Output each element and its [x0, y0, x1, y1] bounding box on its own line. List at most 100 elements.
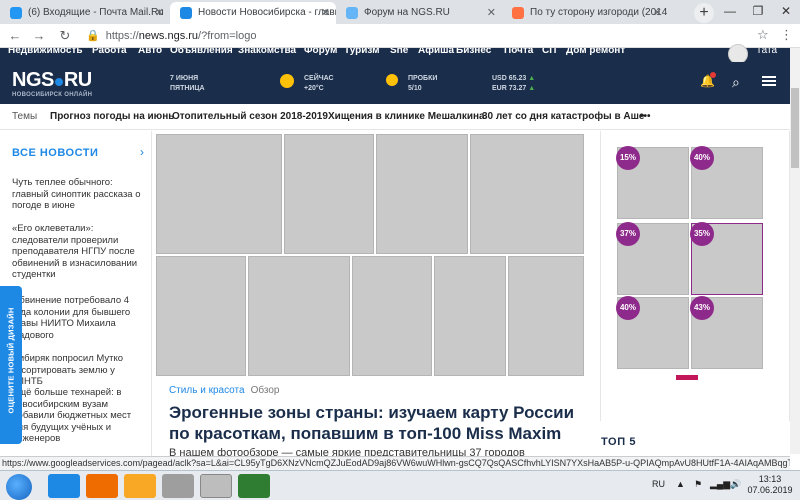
back-arrow-icon[interactable]: ← [6, 27, 24, 45]
site-nav-item[interactable]: Афиша [418, 48, 454, 56]
discount-badge: 40% [616, 296, 640, 320]
rate-design-button[interactable]: ОЦЕНИТЕ НОВЫЙ ДИЗАЙН [0, 286, 22, 444]
url-path: /?from=logo [198, 30, 257, 42]
photo-thumbnail[interactable] [470, 134, 584, 254]
volume-icon[interactable]: 🔊 [730, 479, 741, 490]
tab-mail[interactable]: (6) Входящие - Почта Mail.Ru ✕ [0, 2, 170, 24]
scrollbar-thumb[interactable] [791, 88, 799, 168]
tab-forum[interactable]: Форум на NGS.RU ✕ [336, 2, 502, 24]
ad-product-tile[interactable]: 40% [616, 296, 689, 369]
browser-tab-strip: (6) Входящие - Почта Mail.Ru ✕ Новости Н… [0, 0, 800, 24]
language-indicator[interactable]: RU [652, 479, 665, 489]
photo-grid[interactable] [156, 134, 584, 376]
more-topics-button[interactable]: ••• [640, 111, 651, 122]
site-nav-item[interactable]: Почта [504, 48, 533, 56]
news-item[interactable]: Чуть теплее обычного: главный синоптик р… [12, 177, 142, 212]
tab-news[interactable]: Новости Новосибирска - главн ✕ [170, 2, 336, 24]
article-headline[interactable]: Эрогенные зоны страны: изучаем карту Рос… [169, 402, 579, 444]
ngs-favicon-icon [180, 7, 192, 19]
network-icon[interactable]: ▂▄▆ [710, 479, 730, 490]
ad-product-tile[interactable]: 40% [690, 146, 763, 219]
url-input[interactable]: 🔒 https://news.ngs.ru/?from=logo [86, 27, 751, 45]
photo-thumbnail[interactable] [156, 134, 282, 254]
news-heading[interactable]: ВСЕ НОВОСТИ [12, 147, 98, 159]
article-meta: Стиль и красота Обзор [169, 385, 279, 396]
site-nav-item[interactable]: Форум [304, 48, 337, 56]
close-tab-icon[interactable]: ✕ [653, 2, 662, 24]
close-tab-icon[interactable]: ✕ [321, 2, 330, 24]
tab-title: Новости Новосибирска - главн [198, 7, 336, 18]
close-tab-icon[interactable]: ✕ [155, 2, 164, 24]
news-item[interactable]: «Его оклеветали»: следователи проверили … [12, 223, 142, 281]
site-nav-item[interactable]: Туризм [344, 48, 380, 56]
photo-thumbnail[interactable] [248, 256, 350, 376]
menu-icon[interactable] [762, 76, 776, 86]
url-scheme: https:// [105, 30, 139, 42]
news-item[interactable]: Сибиряк попросил Мутко отсортировать зем… [12, 353, 142, 388]
close-tab-icon[interactable]: ✕ [487, 2, 496, 24]
reload-icon[interactable]: ↻ [56, 27, 74, 45]
topic-link[interactable]: 30 лет со дня катастрофы в Аше [482, 111, 645, 122]
tray-up-arrow-icon[interactable]: ▲ [676, 479, 685, 489]
discount-badge: 43% [690, 296, 714, 320]
site-nav-item[interactable]: Sne [390, 48, 408, 56]
ad-product-tile[interactable]: 43% [690, 296, 763, 369]
discount-badge: 37% [616, 222, 640, 246]
news-item[interactable]: Ещё больше технарей: в новосибирским вуз… [12, 387, 142, 445]
chevron-right-icon[interactable]: › [140, 145, 144, 159]
new-tab-button[interactable]: + [694, 3, 714, 23]
media-player-icon[interactable] [162, 474, 194, 498]
tab-movie[interactable]: По ту сторону изгороди (2014 ✕ [502, 2, 668, 24]
start-button[interactable] [6, 474, 32, 500]
article-rubric-link[interactable]: Стиль и красота [169, 385, 245, 396]
browser-menu-icon[interactable]: ⋮ [780, 27, 793, 43]
site-nav-item[interactable]: Знакомства [238, 48, 296, 56]
traffic-widget[interactable]: ПРОБКИ 5/10 [408, 74, 437, 94]
currency-widget[interactable]: USD 65.23 ▲ EUR 73.27 ▲ [492, 74, 535, 94]
discount-badge: 35% [690, 222, 714, 246]
site-nav-item[interactable]: Бизнес [456, 48, 491, 56]
tab-title: По ту сторону изгороди (2014 [530, 7, 668, 18]
topic-link[interactable]: Отопительный сезон 2018-2019 [172, 111, 328, 122]
site-nav-item[interactable]: СП [542, 48, 556, 56]
ad-product-tile[interactable]: 15% [616, 146, 689, 219]
top5-heading: ТОП 5 [601, 436, 637, 448]
site-nav-item[interactable]: Работа [92, 48, 127, 56]
site-nav-item[interactable]: Авто [138, 48, 162, 56]
topic-link[interactable]: Хищения в клинике Мешалкина [328, 111, 485, 122]
site-top-nav: Недвижимость Работа Авто Объявления Знак… [0, 48, 790, 62]
bookmark-star-icon[interactable]: ☆ [757, 27, 769, 43]
ad-product-tile[interactable]: 35% [690, 222, 763, 295]
explorer-folder-icon[interactable] [124, 474, 156, 498]
topics-label: Темы [12, 111, 38, 122]
photo-thumbnail[interactable] [156, 256, 246, 376]
site-nav-item[interactable]: Дом ремонт [566, 48, 625, 56]
site-nav-item[interactable]: Объявления [170, 48, 233, 56]
excel-icon[interactable] [238, 474, 270, 498]
page-scrollbar[interactable] [790, 48, 800, 454]
user-avatar[interactable] [728, 44, 748, 64]
address-toolbar: ← → ↻ 🔒 https://news.ngs.ru/?from=logo ☆ … [0, 24, 800, 48]
photo-thumbnail[interactable] [508, 256, 584, 376]
photo-thumbnail[interactable] [284, 134, 374, 254]
system-clock[interactable]: 13:13 07.06.2019 [745, 474, 795, 496]
ie-icon[interactable] [48, 474, 80, 498]
ad-product-tile[interactable]: 37% [616, 222, 689, 295]
username[interactable]: Тата [756, 48, 777, 56]
site-logo[interactable]: NGS RU [12, 69, 92, 92]
minimize-button[interactable]: — [716, 0, 744, 24]
photo-thumbnail[interactable] [352, 256, 432, 376]
chrome-icon[interactable] [200, 474, 232, 498]
weather-widget[interactable]: СЕЙЧАС +20°C [304, 74, 334, 94]
maximize-button[interactable]: ❐ [744, 0, 772, 24]
search-icon[interactable]: ⌕ [732, 74, 748, 90]
firefox-icon[interactable] [86, 474, 118, 498]
close-window-button[interactable]: ✕ [772, 0, 800, 24]
flag-icon[interactable]: ⚑ [694, 479, 702, 490]
photo-thumbnail[interactable] [376, 134, 468, 254]
photo-thumbnail[interactable] [434, 256, 506, 376]
news-item[interactable]: Обвинение потребовало 4 года колонии для… [12, 295, 142, 341]
topic-link[interactable]: Прогноз погоды на июнь [50, 111, 174, 122]
forward-arrow-icon[interactable]: → [30, 27, 48, 45]
site-nav-item[interactable]: Недвижимость [8, 48, 83, 56]
